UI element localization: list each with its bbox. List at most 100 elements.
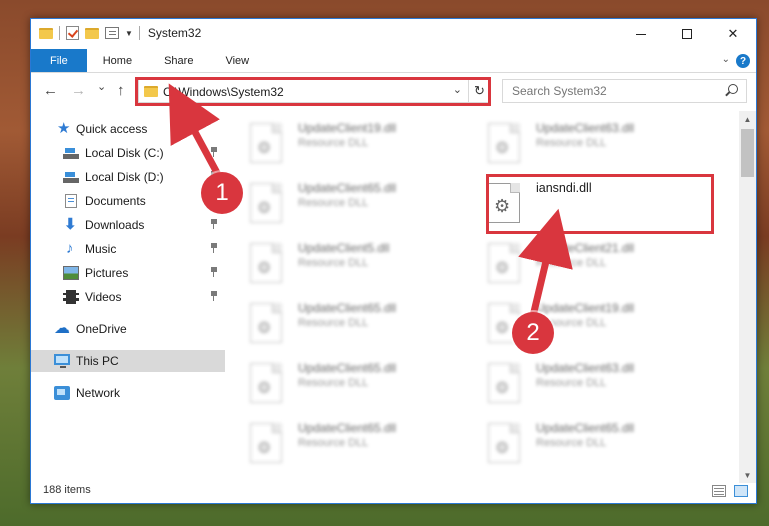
- file-item[interactable]: UpdateClient19.dll Resource DLL: [474, 299, 694, 351]
- sidebar-item-quick-access[interactable]: ★ Quick access: [31, 118, 225, 140]
- large-icons-view-icon[interactable]: [734, 485, 748, 497]
- close-button[interactable]: ✕: [710, 19, 756, 49]
- sidebar-item-this-pc[interactable]: This PC: [31, 350, 225, 372]
- callout-badge-2: 2: [512, 312, 554, 354]
- sidebar-item-label: Network: [76, 386, 121, 400]
- file-name: UpdateClient19.dll: [298, 121, 397, 135]
- file-name: UpdateClient5.dll: [298, 241, 390, 255]
- file-description: Resource DLL: [536, 377, 607, 389]
- file-item[interactable]: UpdateClient5.dll Resource DLL: [236, 239, 456, 291]
- expand-ribbon-icon[interactable]: ⌄: [722, 54, 730, 65]
- new-folder-icon[interactable]: [85, 27, 99, 39]
- dll-file-icon: [250, 303, 282, 343]
- dll-file-icon: [488, 243, 520, 283]
- search-icon[interactable]: [728, 84, 738, 94]
- sidebar-item-local-disk-d[interactable]: Local Disk (D:): [31, 166, 225, 188]
- sidebar-item-local-disk-c[interactable]: Local Disk (C:): [31, 142, 225, 164]
- file-description: Resource DLL: [298, 257, 369, 269]
- tab-home[interactable]: Home: [87, 49, 148, 72]
- up-button[interactable]: ↑: [117, 82, 125, 99]
- sidebar-item-music[interactable]: ♪ Music: [31, 238, 225, 260]
- file-item[interactable]: UpdateClient65.dll Resource DLL: [474, 419, 694, 471]
- dll-file-icon: [250, 243, 282, 283]
- toolbar-divider: [138, 26, 140, 40]
- dll-file-icon: [488, 363, 520, 403]
- title-bar: ▼ System32 ✕: [31, 19, 756, 49]
- forward-button[interactable]: →: [71, 82, 86, 99]
- sidebar-item-label: OneDrive: [76, 322, 127, 336]
- downloads-icon: ⬇: [64, 216, 77, 233]
- toolbar-divider: [59, 26, 60, 40]
- ribbon-tabs: File Home Share View ⌄ ?: [31, 49, 756, 73]
- search-input[interactable]: [503, 80, 713, 102]
- sidebar-item-label: Quick access: [76, 122, 148, 136]
- file-item[interactable]: UpdateClient63.dll Resource DLL: [474, 119, 694, 171]
- vertical-scrollbar[interactable]: ▲ ▼: [739, 111, 756, 483]
- file-name: UpdateClient63.dll: [536, 361, 635, 375]
- item-count: 188 items: [43, 484, 91, 496]
- pin-icon: [211, 267, 217, 277]
- back-button[interactable]: ←: [43, 82, 58, 99]
- dll-file-icon: [250, 423, 282, 463]
- file-name: UpdateClient65.dll: [298, 361, 397, 375]
- window-controls: ✕: [618, 19, 756, 49]
- file-item[interactable]: UpdateClient65.dll Resource DLL: [236, 179, 456, 231]
- file-item[interactable]: UpdateClient65.dll Resource DLL: [236, 299, 456, 351]
- sidebar-item-onedrive[interactable]: ☁ OneDrive: [31, 318, 225, 340]
- maximize-button[interactable]: [664, 19, 710, 49]
- dll-file-icon: [488, 123, 520, 163]
- help-icon[interactable]: ?: [736, 54, 750, 68]
- properties-check-icon[interactable]: [66, 26, 79, 40]
- this-pc-icon: [54, 354, 70, 368]
- star-icon: ★: [57, 120, 71, 137]
- file-description: Resource DLL: [298, 137, 369, 149]
- file-description: Resource DLL: [536, 437, 607, 449]
- onedrive-icon: ☁: [54, 320, 70, 337]
- status-bar: 188 items: [31, 479, 756, 503]
- recent-locations-button[interactable]: ⌄: [97, 80, 106, 93]
- dll-file-icon: [250, 123, 282, 163]
- sidebar-item-label: Music: [85, 242, 117, 256]
- drive-icon: [63, 170, 79, 184]
- details-view-icon[interactable]: [712, 485, 726, 497]
- file-item[interactable]: UpdateClient19.dll Resource DLL: [236, 119, 456, 171]
- file-name: UpdateClient65.dll: [298, 181, 397, 195]
- videos-icon: [63, 290, 79, 304]
- file-description: Resource DLL: [298, 317, 369, 329]
- scroll-up-icon[interactable]: ▲: [739, 111, 756, 127]
- minimize-icon: [636, 33, 646, 35]
- scrollbar-thumb[interactable]: [741, 129, 754, 177]
- file-highlight-box: [486, 174, 714, 234]
- sidebar-item-videos[interactable]: Videos: [31, 286, 225, 308]
- pin-icon: [211, 243, 217, 253]
- tab-file[interactable]: File: [31, 49, 87, 72]
- quick-access-toolbar: ▼ System32: [39, 26, 201, 40]
- pin-icon: [211, 147, 217, 157]
- file-name: UpdateClient65.dll: [536, 421, 635, 435]
- drive-icon: [63, 146, 79, 160]
- search-box[interactable]: [502, 79, 747, 103]
- tab-share[interactable]: Share: [148, 49, 209, 72]
- sidebar-item-documents[interactable]: Documents: [31, 190, 225, 212]
- minimize-button[interactable]: [618, 19, 664, 49]
- pin-icon: [211, 219, 217, 229]
- dll-file-icon: [250, 183, 282, 223]
- file-item[interactable]: UpdateClient63.dll Resource DLL: [474, 359, 694, 411]
- file-name: UpdateClient65.dll: [298, 421, 397, 435]
- sidebar-item-pictures[interactable]: Pictures: [31, 262, 225, 284]
- chevron-down-icon[interactable]: ▼: [125, 29, 133, 38]
- file-description: Resource DLL: [536, 257, 607, 269]
- pictures-icon: [63, 266, 79, 280]
- tab-view[interactable]: View: [209, 49, 265, 72]
- file-item[interactable]: UpdateClient65.dll Resource DLL: [236, 359, 456, 411]
- customize-qat-icon[interactable]: [105, 27, 119, 39]
- file-description: Resource DLL: [298, 377, 369, 389]
- file-item[interactable]: UpdateClient21.dll Resource DLL: [474, 239, 694, 291]
- sidebar-item-label: Videos: [85, 290, 122, 304]
- sidebar-item-downloads[interactable]: ⬇ Downloads: [31, 214, 225, 236]
- sidebar-item-network[interactable]: Network: [31, 382, 225, 404]
- file-item[interactable]: UpdateClient65.dll Resource DLL: [236, 419, 456, 471]
- dll-file-icon: [488, 423, 520, 463]
- file-list: UpdateClient19.dll Resource DLL UpdateCl…: [236, 115, 742, 475]
- navigation-pane: ★ Quick access Local Disk (C:) Local Dis…: [31, 115, 225, 475]
